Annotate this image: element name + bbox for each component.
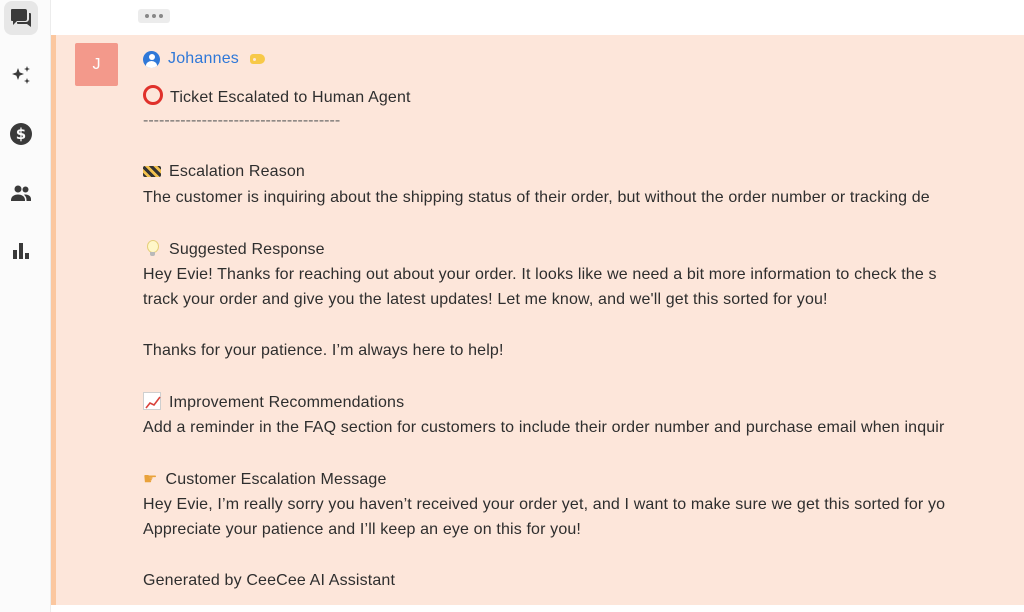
- customer-message-heading-text: Customer Escalation Message: [165, 471, 387, 488]
- light-bulb-icon: [143, 239, 161, 257]
- dollar-icon: $: [10, 123, 32, 145]
- suggested-response-line-2: track your order and give you the latest…: [143, 291, 828, 308]
- sidebar-item-contacts[interactable]: [4, 176, 38, 210]
- divider-line: -------------------------------------: [143, 112, 341, 129]
- people-icon: [11, 185, 31, 201]
- chat-bubbles-icon: [11, 9, 31, 27]
- ticket-title: Ticket Escalated to Human Agent: [143, 85, 411, 108]
- suggested-response-heading: Suggested Response: [143, 239, 325, 260]
- author-name[interactable]: Johannes: [168, 50, 239, 68]
- generated-by-footer: Generated by CeeCee AI Assistant: [143, 572, 396, 589]
- sidebar-item-ai[interactable]: [4, 59, 38, 93]
- suggested-response-line-3: Thanks for your patience. I’m always her…: [143, 342, 504, 359]
- sidebar-item-billing[interactable]: $: [4, 117, 38, 151]
- message-header: Johannes: [143, 48, 265, 70]
- sidebar-rail: $: [0, 0, 51, 612]
- more-dots-icon[interactable]: [138, 9, 170, 23]
- suggested-response-line-1: Hey Evie! Thanks for reaching out about …: [143, 266, 937, 283]
- pointing-hand-icon: ☛: [143, 469, 158, 488]
- avatar[interactable]: J: [75, 43, 118, 86]
- customer-message-line-2: Appreciate your patience and I’ll keep a…: [143, 521, 582, 538]
- improvement-text: Add a reminder in the FAQ section for cu…: [143, 419, 945, 436]
- label-tag-icon[interactable]: [250, 54, 265, 64]
- red-circle-icon: [143, 85, 163, 105]
- ticket-title-text: Ticket Escalated to Human Agent: [170, 89, 411, 106]
- customer-message-line-1: Hey Evie, I’m really sorry you haven’t r…: [143, 496, 946, 513]
- user-circle-icon: [143, 50, 160, 68]
- escalation-reason-heading: Escalation Reason: [143, 162, 305, 182]
- sparkles-icon: [12, 66, 30, 84]
- escalation-reason-text: The customer is inquiring about the ship…: [143, 189, 930, 206]
- improvement-heading: Improvement Recommendations: [143, 392, 404, 413]
- suggested-response-heading-text: Suggested Response: [169, 241, 325, 258]
- sidebar-item-conversations[interactable]: [4, 1, 38, 35]
- app-window: $ J Johannes Ticket Escalated to Human A…: [0, 0, 1024, 612]
- chart-increasing-icon: [143, 392, 161, 410]
- customer-message-heading: ☛ Customer Escalation Message: [143, 469, 387, 490]
- message-card: J Johannes Ticket Escalated to Human Age…: [51, 35, 1024, 605]
- sidebar-item-reports[interactable]: [4, 234, 38, 268]
- construction-barrier-icon: [143, 166, 161, 177]
- escalation-reason-heading-text: Escalation Reason: [169, 163, 305, 180]
- bar-chart-icon: [13, 243, 29, 259]
- improvement-heading-text: Improvement Recommendations: [169, 394, 405, 411]
